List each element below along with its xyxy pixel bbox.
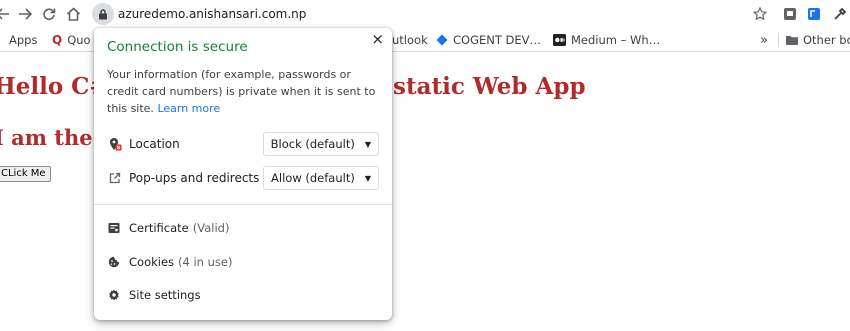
bookmark-apps[interactable]: Apps	[0, 30, 37, 50]
page-heading-right: static Web App	[393, 73, 586, 100]
folder-icon	[786, 35, 798, 45]
reload-icon[interactable]	[38, 3, 60, 25]
bookmark-outlook[interactable]: utlook	[392, 30, 428, 50]
dropdown-caret-icon: ▼	[364, 139, 371, 149]
quora-icon: Q	[52, 33, 63, 47]
permission-label: Pop-ups and redirects	[129, 171, 260, 185]
popup-icon	[107, 170, 123, 186]
home-icon[interactable]	[62, 3, 84, 25]
connection-title: Connection is secure	[107, 39, 248, 55]
star-icon[interactable]	[752, 3, 768, 25]
medium-icon	[553, 34, 566, 46]
permission-location: Location Block (default) ▼	[107, 132, 379, 156]
connection-description: Your information (for example, passwords…	[107, 68, 376, 115]
back-arrow-icon[interactable]	[0, 3, 14, 25]
certificate-icon	[107, 221, 121, 235]
close-icon[interactable]: ×	[371, 30, 384, 48]
learn-more-link[interactable]: Learn more	[157, 102, 220, 115]
bookmarks-overflow[interactable]: »	[760, 30, 768, 50]
page-heading-left: Hello C#	[0, 73, 109, 100]
bookmark-cogent[interactable]: COGENT DEV…	[436, 30, 541, 50]
popup-divider	[94, 204, 392, 205]
site-info-popup: Connection is secure × Your information …	[94, 28, 392, 320]
permission-popups: Pop-ups and redirects Allow (default) ▼	[107, 166, 379, 190]
lock-icon[interactable]	[92, 3, 114, 25]
eyedropper-icon[interactable]	[832, 3, 848, 25]
extension-blue-icon[interactable]	[806, 3, 822, 25]
extension-icon[interactable]	[782, 3, 798, 25]
address-bar[interactable]: azuredemo.anishansari.com.np	[92, 3, 742, 25]
cogent-diamond-icon	[436, 34, 448, 46]
forward-arrow-icon[interactable]	[14, 3, 36, 25]
location-select[interactable]: Block (default) ▼	[262, 132, 379, 156]
site-settings-row[interactable]: Site settings	[107, 286, 201, 304]
browser-toolbar: azuredemo.anishansari.com.np	[0, 0, 850, 28]
bookmark-quora[interactable]: Q Quo	[52, 30, 91, 50]
location-blocked-icon	[107, 136, 123, 152]
bookmark-other[interactable]: Other bo	[786, 30, 850, 50]
cookies-row[interactable]: Cookies (4 in use)	[107, 253, 232, 271]
popups-select[interactable]: Allow (default) ▼	[263, 166, 379, 190]
permission-label: Location	[129, 137, 180, 151]
click-me-button[interactable]: CLick Me	[0, 166, 51, 182]
dropdown-caret-icon: ▼	[364, 173, 371, 183]
bookmark-medium[interactable]: Medium – Wh…	[553, 30, 660, 50]
apps-grid-icon	[0, 35, 4, 45]
gear-icon	[107, 288, 121, 302]
bookmark-divider	[778, 33, 779, 47]
certificate-row[interactable]: Certificate (Valid)	[107, 219, 229, 237]
url-text: azuredemo.anishansari.com.np	[118, 7, 307, 21]
cookie-icon	[107, 255, 121, 269]
